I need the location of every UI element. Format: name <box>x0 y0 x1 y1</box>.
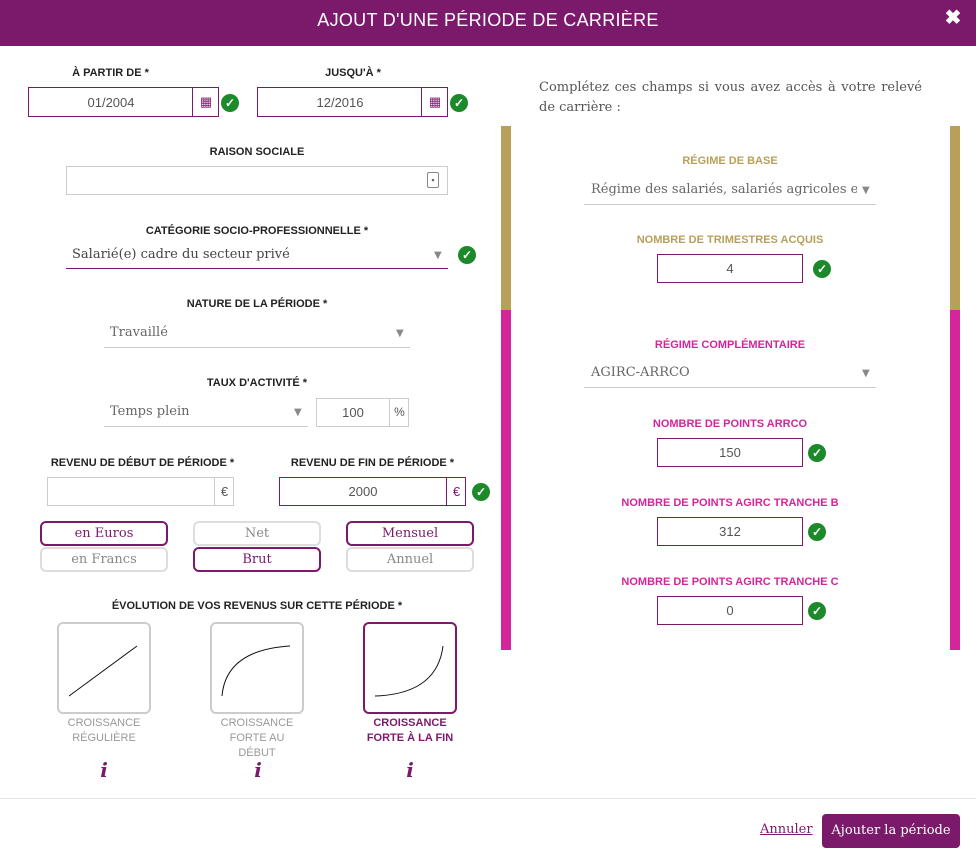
check-icon: ✓ <box>808 602 826 620</box>
start-date-label: À PARTIR DE * <box>72 67 149 79</box>
base-regime-label: RÉGIME DE BASE <box>682 155 778 167</box>
income-start-label: REVENU DE DÉBUT DE PÉRIODE * <box>50 457 235 469</box>
evolution-label: ÉVOLUTION DE VOS REVENUS SUR CETTE PÉRIO… <box>111 600 403 612</box>
end-date-field[interactable]: 12/2016 ▦ <box>257 87 448 117</box>
info-icon[interactable]: i <box>96 758 112 782</box>
euro-icon: € <box>446 478 466 505</box>
activity-label: TAUX D'ACTIVITÉ * <box>206 377 308 389</box>
arrco-label: NOMBRE DE POINTS ARRCO <box>652 418 808 430</box>
calendar-icon[interactable]: ▦ <box>192 88 219 116</box>
agirc-b-label: NOMBRE DE POINTS AGIRC TRANCHE B <box>621 497 839 509</box>
income-end-value: 2000 <box>348 484 378 499</box>
right-intro-text: Complétez ces champs si vous avez accès … <box>539 80 922 115</box>
agirc-c-label: NOMBRE DE POINTS AGIRC TRANCHE C <box>621 576 839 588</box>
early-growth-curve-icon <box>221 645 291 697</box>
mensuel-toggle[interactable]: Mensuel <box>346 521 474 546</box>
contact-card-icon: ▪ <box>427 172 439 188</box>
linear-curve-icon <box>68 645 138 697</box>
start-date-value: 01/2004 <box>87 95 135 110</box>
income-start-field[interactable]: € <box>47 477 234 506</box>
evolution-early-label: CROISSANCE FORTE AU DÉBUT <box>220 717 294 759</box>
check-icon: ✓ <box>472 483 490 501</box>
check-icon: ✓ <box>813 260 831 278</box>
agirc-c-field[interactable]: 0 <box>657 596 803 625</box>
comp-regime-value: AGIRC-ARRCO <box>591 365 690 380</box>
chevron-down-icon: ▼ <box>862 368 870 379</box>
footer-divider <box>0 798 976 799</box>
category-value: Salarié(e) cadre du secteur privé <box>72 247 290 262</box>
activity-percent-field[interactable]: 100 % <box>316 398 409 427</box>
nature-label: NATURE DE LA PÉRIODE * <box>186 298 328 310</box>
evolution-early-option[interactable] <box>210 622 304 714</box>
brut-toggle[interactable]: Brut <box>193 547 321 572</box>
currency-euros-toggle[interactable]: en Euros <box>40 521 168 546</box>
comp-regime-label: RÉGIME COMPLÉMENTAIRE <box>654 339 806 351</box>
quarters-field[interactable]: 4 <box>657 254 803 283</box>
end-date-value: 12/2016 <box>316 95 364 110</box>
calendar-icon[interactable]: ▦ <box>421 88 448 116</box>
end-date-label: JUSQU'À * <box>325 67 381 79</box>
evolution-linear-option[interactable] <box>57 622 151 714</box>
activity-percent-value: 100 <box>342 405 364 420</box>
check-icon: ✓ <box>450 94 468 112</box>
cancel-link[interactable]: Annuler <box>760 822 813 837</box>
comp-section-bar-left <box>501 310 511 650</box>
category-select[interactable]: Salarié(e) cadre du secteur privé ▼ <box>66 241 448 269</box>
evolution-linear-label: CROISSANCE RÉGULIÈRE <box>67 717 141 744</box>
check-icon: ✓ <box>458 246 476 264</box>
euro-icon: € <box>214 478 234 505</box>
agirc-b-value: 312 <box>719 524 741 539</box>
base-section-bar-right <box>950 126 960 310</box>
info-icon[interactable]: i <box>402 758 418 782</box>
chevron-down-icon: ▼ <box>862 185 870 196</box>
percent-unit: % <box>389 399 409 426</box>
evolution-late-label: CROISSANCE FORTE À LA FIN <box>366 717 454 744</box>
currency-francs-toggle[interactable]: en Francs <box>40 547 168 572</box>
agirc-c-value: 0 <box>726 603 734 618</box>
base-regime-select[interactable]: Régime des salariés, salariés agricoles … <box>584 175 876 205</box>
company-label: RAISON SOCIALE <box>209 146 305 158</box>
quarters-label: NOMBRE DE TRIMESTRES ACQUIS <box>636 234 824 246</box>
comp-regime-select[interactable]: AGIRC-ARRCO ▼ <box>584 358 876 388</box>
check-icon: ✓ <box>808 523 826 541</box>
add-period-button[interactable]: Ajouter la période <box>822 814 960 848</box>
quarters-value: 4 <box>726 261 734 276</box>
start-date-field[interactable]: 01/2004 ▦ <box>28 87 219 117</box>
chevron-down-icon: ▼ <box>396 328 404 339</box>
chevron-down-icon: ▼ <box>434 250 442 261</box>
late-growth-curve-icon <box>374 645 444 697</box>
base-section-bar-left <box>501 126 511 310</box>
arrco-value: 150 <box>719 445 741 460</box>
dialog-title: AJOUT D'UNE PÉRIODE DE CARRIÈRE <box>317 10 659 30</box>
annuel-toggle[interactable]: Annuel <box>346 547 474 572</box>
agirc-b-field[interactable]: 312 <box>657 517 803 546</box>
nature-select[interactable]: Travaillé ▼ <box>104 318 410 348</box>
chevron-down-icon: ▼ <box>294 407 302 418</box>
category-label: CATÉGORIE SOCIO-PROFESSIONNELLE * <box>145 225 369 237</box>
nature-value: Travaillé <box>110 325 168 340</box>
base-regime-value: Régime des salariés, salariés agricoles … <box>591 182 857 197</box>
evolution-late-option[interactable] <box>363 622 457 714</box>
net-toggle[interactable]: Net <box>193 521 321 546</box>
activity-select[interactable]: Temps plein ▼ <box>104 397 308 427</box>
comp-section-bar-right <box>950 310 960 650</box>
close-icon[interactable]: ✖ <box>940 5 966 31</box>
income-end-field[interactable]: 2000 € <box>279 477 466 506</box>
check-icon: ✓ <box>221 94 239 112</box>
check-icon: ✓ <box>808 444 826 462</box>
company-input[interactable]: ▪ <box>66 166 448 195</box>
activity-value: Temps plein <box>110 404 190 419</box>
info-icon[interactable]: i <box>250 758 266 782</box>
income-end-label: REVENU DE FIN DE PÉRIODE * <box>290 457 455 469</box>
arrco-field[interactable]: 150 <box>657 438 803 467</box>
